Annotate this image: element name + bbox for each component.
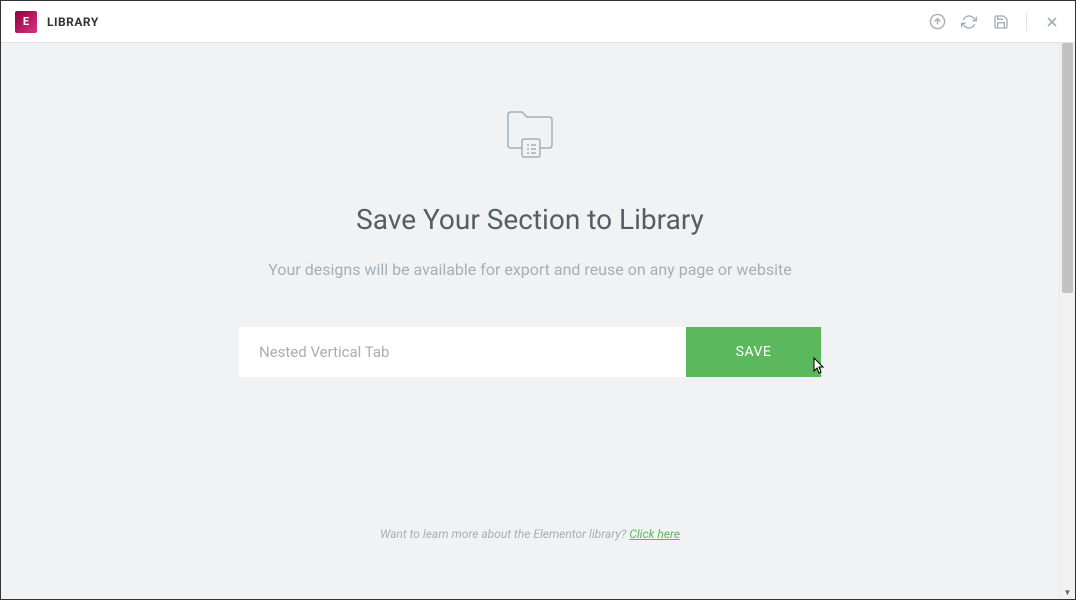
save-button[interactable]: SAVE [686, 327, 821, 377]
save-icon[interactable] [992, 13, 1010, 31]
upload-icon[interactable] [928, 13, 946, 31]
refresh-icon[interactable] [960, 13, 978, 31]
titlebar-actions [928, 13, 1061, 31]
titlebar-divider [1026, 13, 1027, 31]
logo-letter: E [23, 15, 29, 28]
titlebar: E LIBRARY [1, 1, 1075, 43]
folder-icon [500, 103, 560, 163]
footer-prompt-text: Want to learn more about the Elementor l… [380, 527, 629, 541]
library-dialog: E LIBRARY [0, 0, 1076, 600]
titlebar-title: LIBRARY [47, 15, 99, 29]
close-icon[interactable] [1043, 13, 1061, 31]
footer-prompt: Want to learn more about the Elementor l… [380, 527, 680, 541]
save-form: SAVE [239, 327, 821, 377]
content-area: Save Your Section to Library Your design… [1, 43, 1059, 599]
page-subtext: Your designs will be available for expor… [268, 260, 791, 279]
scrollbar-down-arrow-icon[interactable]: ▼ [1060, 585, 1075, 599]
footer-learn-more-link[interactable]: Click here [629, 527, 680, 541]
scrollbar-thumb[interactable] [1062, 43, 1073, 293]
template-name-input[interactable] [239, 327, 686, 377]
elementor-logo: E [15, 11, 37, 33]
vertical-scrollbar[interactable]: ▲ ▼ [1059, 43, 1075, 599]
content-wrapper: Save Your Section to Library Your design… [1, 43, 1075, 599]
page-heading: Save Your Section to Library [356, 203, 704, 236]
